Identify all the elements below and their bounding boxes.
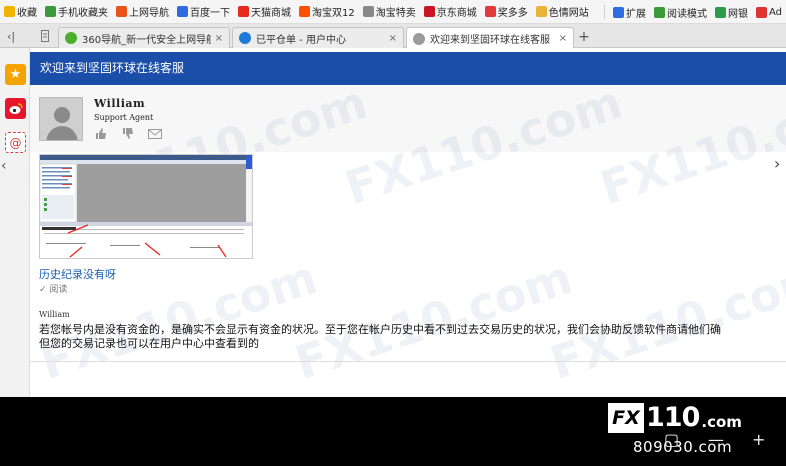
toolbar-item-label: Ad bbox=[768, 6, 782, 18]
toolbar-item-label: 扩展 bbox=[625, 8, 646, 20]
page-header: 欢迎来到坚固环球在线客服 bbox=[30, 52, 786, 85]
gift-icon bbox=[484, 6, 496, 17]
support-chat-page: 欢迎来到坚固环球在线客服 William Support Agent FX110… bbox=[30, 48, 786, 397]
bookmark-item[interactable]: 京东商城 bbox=[420, 0, 481, 23]
toolbar-item[interactable]: Ad bbox=[752, 0, 786, 23]
toolbar-item[interactable]: 扩展 bbox=[609, 0, 650, 23]
bookmarks-list: 收藏 手机收藏夹 上网导航 百度一下 天猫商城 淘宝双12 淘宝特卖 京东商城 奖多多 色情网站 bbox=[0, 0, 593, 23]
thumbs-up-icon[interactable] bbox=[94, 128, 108, 139]
fx110-logo: FX 110 .com bbox=[608, 402, 742, 433]
email-icon[interactable] bbox=[148, 128, 162, 139]
bookmark-item[interactable]: 淘宝特卖 bbox=[359, 0, 420, 23]
toolbar-item-label: 网银 bbox=[727, 8, 748, 20]
bookmarks-bar: 收藏 手机收藏夹 上网导航 百度一下 天猫商城 淘宝双12 淘宝特卖 京东商城 奖多多 色情网站 … bbox=[0, 0, 786, 24]
taobao-icon bbox=[299, 6, 310, 17]
tab-back-icon[interactable]: ‹| bbox=[0, 24, 22, 48]
bookmark-label: 淘宝双12 bbox=[312, 8, 355, 19]
bookmark-label: 色情网站 bbox=[548, 8, 589, 19]
logo-domain: .com bbox=[701, 412, 742, 431]
bookmark-label: 淘宝特卖 bbox=[375, 8, 416, 19]
divider bbox=[603, 5, 605, 19]
tab-bar: ‹| 360导航_新一代安全上网导航 × 已平仓单 - 用户中心 × 欢迎来到坚固环球在… bbox=[0, 24, 786, 49]
bank-icon bbox=[714, 6, 726, 18]
agent-panel: William Support Agent bbox=[30, 85, 786, 152]
folder-icon bbox=[535, 6, 547, 17]
tab-close-icon[interactable]: × bbox=[215, 33, 223, 44]
baidu-icon bbox=[177, 6, 188, 17]
phone-icon bbox=[45, 6, 56, 17]
agent-role: Support Agent bbox=[94, 113, 154, 122]
bookmark-label: 收藏 bbox=[17, 8, 37, 19]
bookmark-label: 京东商城 bbox=[436, 8, 477, 19]
mail-at-icon[interactable]: @ bbox=[5, 132, 26, 153]
reply-line: 若您帐号内是没有资金的，是确实不会显示有资金的状况。至于您在帐户历史中看不到过去… bbox=[39, 323, 721, 336]
toolbar-item-label: 阅读模式 bbox=[666, 8, 707, 20]
star-icon bbox=[4, 6, 15, 17]
watermark: FX110.com bbox=[543, 249, 786, 391]
page-icon bbox=[413, 32, 425, 45]
book-icon bbox=[653, 6, 665, 18]
grid-icon bbox=[612, 6, 624, 18]
logo-number: 110 bbox=[646, 402, 700, 433]
tab-title: 欢迎来到坚固环球在线客服 bbox=[430, 35, 550, 46]
toolbar-right: 扩展 阅读模式 网银 Ad bbox=[595, 0, 786, 23]
browser-sidebar: ★ @ ‹ bbox=[0, 48, 30, 397]
tab-title: 已平仓单 - 用户中心 bbox=[256, 34, 346, 46]
tab-close-icon[interactable]: × bbox=[389, 33, 397, 44]
bookmark-item[interactable]: 收藏 bbox=[0, 0, 41, 23]
bookmark-label: 百度一下 bbox=[190, 8, 230, 19]
reply-author: William bbox=[39, 310, 70, 319]
toolbar-item[interactable]: 阅读模式 bbox=[650, 0, 711, 23]
toolbar-item[interactable]: 网银 bbox=[711, 0, 752, 23]
ad-icon bbox=[755, 6, 767, 18]
attached-screenshot-image[interactable] bbox=[39, 154, 253, 259]
next-arrow-icon[interactable]: › bbox=[774, 154, 780, 173]
tmall-icon bbox=[238, 6, 249, 17]
bookmark-item[interactable]: 色情网站 bbox=[532, 0, 593, 23]
bookmark-item[interactable]: 天猫商城 bbox=[234, 0, 295, 23]
360-icon bbox=[65, 32, 77, 44]
favorites-star-icon[interactable]: ★ bbox=[5, 64, 26, 85]
tab-close-icon[interactable]: × bbox=[559, 33, 567, 44]
bookmark-item[interactable]: 奖多多 bbox=[481, 0, 532, 23]
divider bbox=[30, 361, 786, 362]
bookmark-item[interactable]: 手机收藏夹 bbox=[41, 0, 112, 23]
logo-fx: FX bbox=[608, 402, 644, 433]
bookmark-item[interactable]: 百度一下 bbox=[173, 0, 234, 23]
tab-list-icon[interactable] bbox=[34, 24, 56, 48]
agent-name: William bbox=[94, 97, 146, 110]
reply-message: 若您帐号内是没有资金的，是确实不会显示有资金的状况。至于您在帐户历史中看不到过去… bbox=[39, 323, 786, 351]
browser-tab[interactable]: 360导航_新一代安全上网导航 × bbox=[58, 27, 230, 48]
watermark: FX110.com bbox=[288, 249, 579, 391]
weibo-icon[interactable] bbox=[5, 98, 26, 119]
bookmark-item[interactable]: 淘宝双12 bbox=[295, 0, 359, 23]
sidebar-prev-arrow-icon[interactable]: ‹ bbox=[1, 158, 7, 174]
jd-icon bbox=[423, 6, 435, 17]
thumbs-down-icon[interactable] bbox=[121, 128, 135, 139]
new-tab-button[interactable]: + bbox=[574, 27, 594, 47]
browser-tab[interactable]: 欢迎来到坚固环球在线客服 × bbox=[406, 27, 574, 49]
browser-tab[interactable]: 已平仓单 - 用户中心 × bbox=[232, 27, 404, 48]
bookmark-item[interactable]: 上网导航 bbox=[112, 0, 173, 23]
message-title: 历史纪录没有呀 bbox=[39, 268, 116, 281]
bookmark-label: 天猫商城 bbox=[251, 8, 291, 19]
bookmark-label: 上网导航 bbox=[129, 8, 169, 19]
read-status: ✓ 阅读 bbox=[39, 285, 68, 295]
restore-icon[interactable]: ▢ bbox=[664, 430, 679, 449]
nav-icon bbox=[116, 6, 127, 17]
refresh-icon bbox=[239, 32, 251, 44]
minimize-icon[interactable]: — bbox=[708, 430, 724, 449]
page-icon bbox=[362, 6, 374, 17]
add-icon[interactable]: + bbox=[752, 430, 765, 449]
bookmark-label: 手机收藏夹 bbox=[58, 8, 108, 19]
reply-line: 但您的交易记录也可以在用户中心中查看到的 bbox=[39, 337, 259, 350]
bookmark-label: 奖多多 bbox=[497, 8, 528, 19]
tab-title: 360导航_新一代安全上网导航 bbox=[82, 34, 211, 46]
agent-avatar bbox=[39, 97, 83, 141]
agent-actions bbox=[94, 128, 162, 139]
